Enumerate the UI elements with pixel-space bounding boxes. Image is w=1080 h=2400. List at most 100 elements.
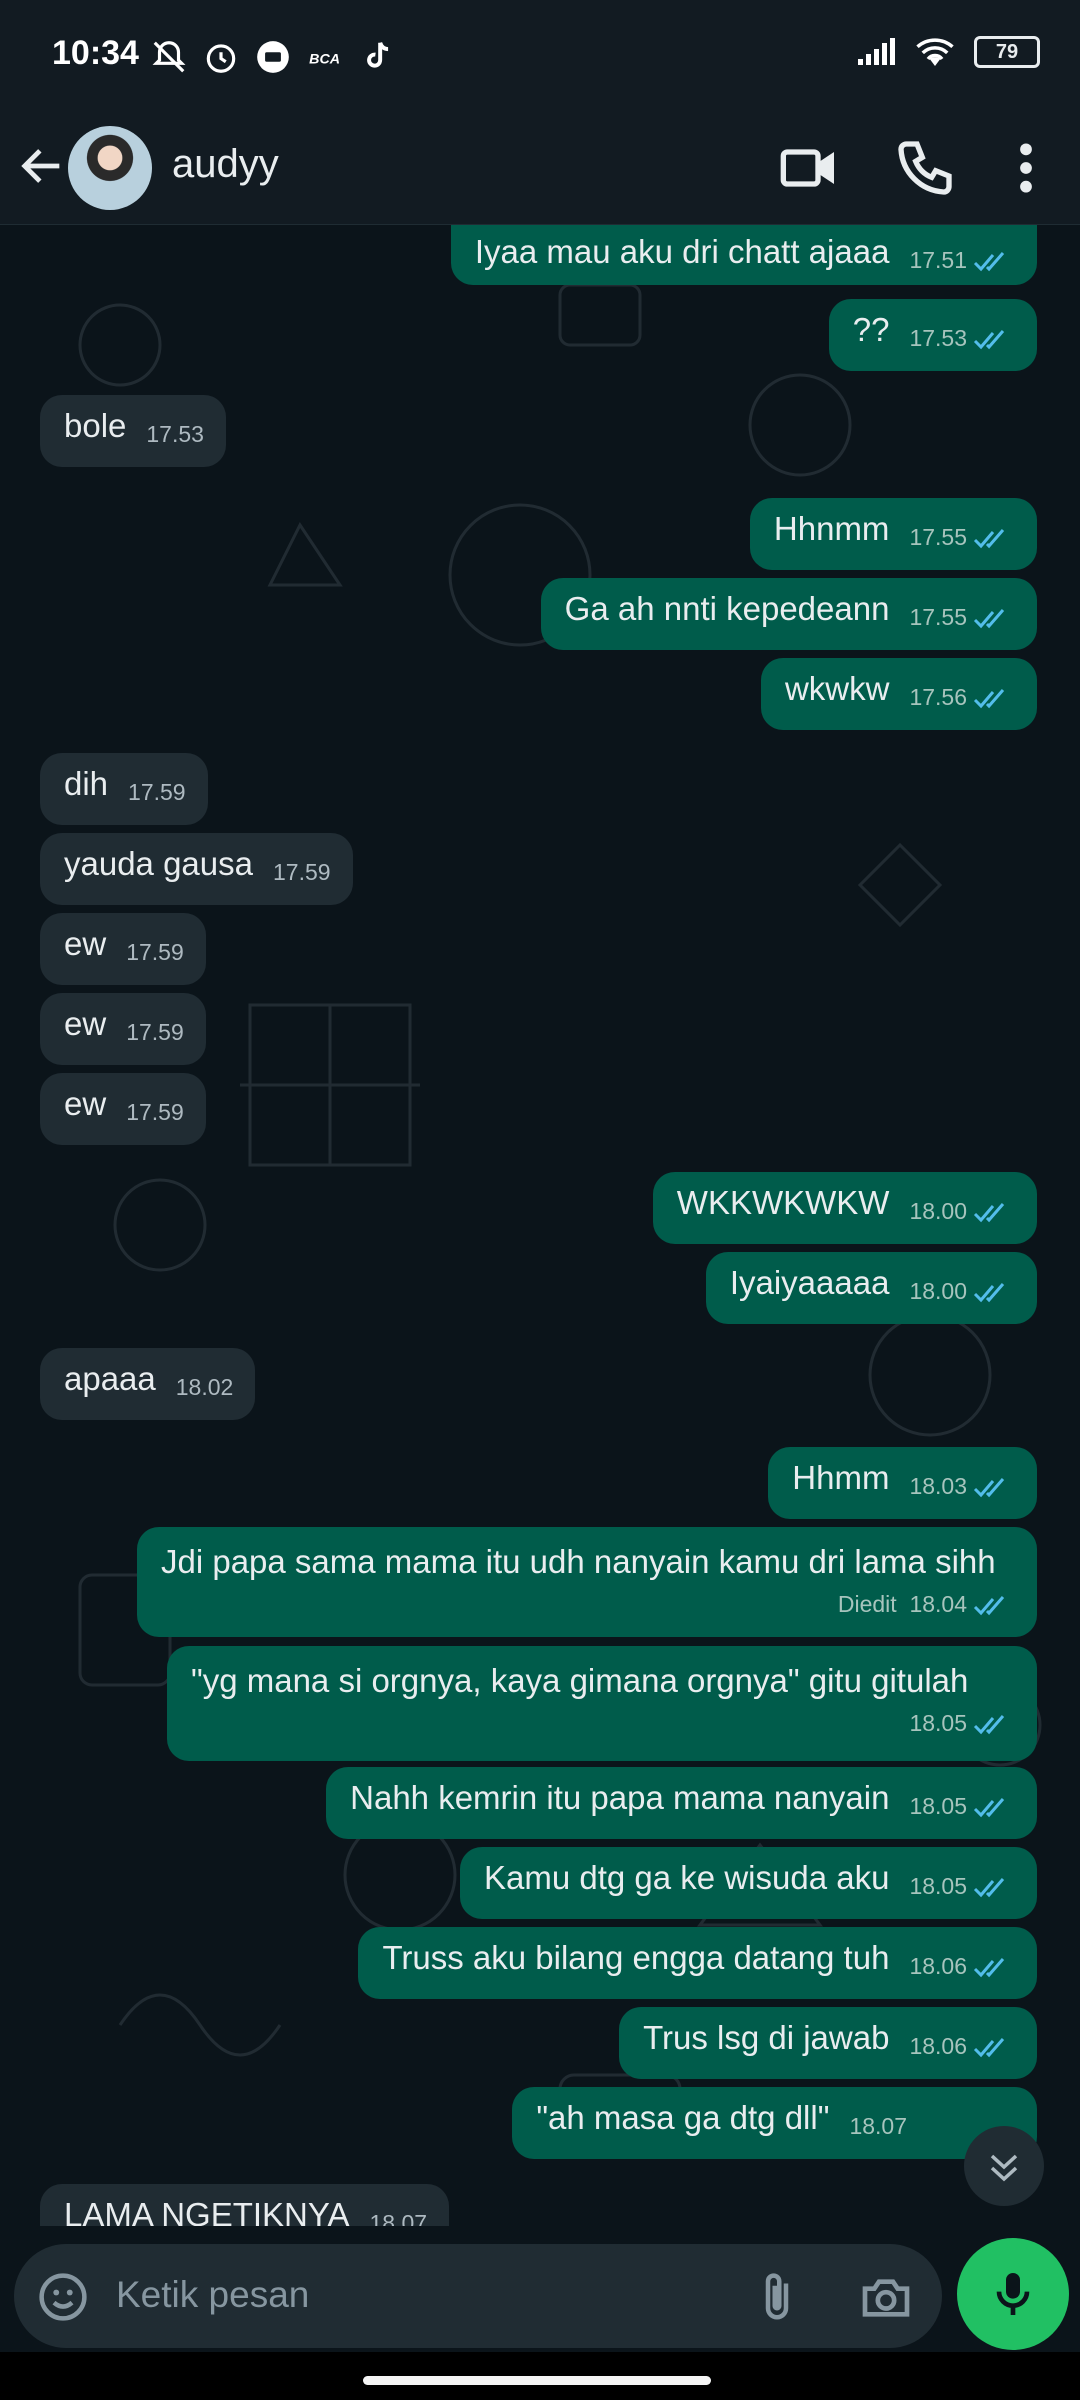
system-indicators: 79: [856, 36, 1040, 68]
sticker-emoji-icon[interactable]: [36, 2270, 90, 2324]
message-outgoing[interactable]: Trus lsg di jawab 18.06: [619, 2007, 1037, 2079]
message-outgoing[interactable]: Iyaiyaaaaa 18.00: [705, 1252, 1037, 1324]
message-text: ??: [852, 311, 890, 348]
message-timestamp: 17.59: [128, 779, 186, 805]
message-text: Kamu dtg ga ke wisuda aku: [484, 1859, 890, 1896]
read-receipt-icon: [973, 1957, 1005, 1978]
message-outgoing[interactable]: Jdi papa sama mama itu udh nanyain kamu …: [137, 1527, 1037, 1637]
read-receipt-icon: [973, 1595, 1005, 1616]
message-text: bole: [64, 407, 127, 444]
message-outgoing[interactable]: "yg mana si orgnya, kaya gimana orgnya" …: [167, 1646, 1037, 1761]
svg-text:BCA: BCA: [309, 51, 340, 67]
read-receipt-icon: [973, 329, 1005, 350]
message-outgoing[interactable]: wkwkw 17.56: [760, 658, 1037, 730]
voice-record-button[interactable]: [957, 2238, 1069, 2350]
back-arrow-icon[interactable]: [16, 140, 68, 192]
read-receipt-icon: [973, 1477, 1005, 1498]
read-receipt-icon: [973, 1282, 1005, 1303]
message-outgoing[interactable]: Kamu dtg ga ke wisuda aku 18.05: [460, 1847, 1037, 1919]
message-timestamp: 17.53: [909, 325, 967, 351]
message-text: wkwkw: [784, 670, 890, 707]
video-call-icon[interactable]: [778, 136, 842, 200]
message-incoming[interactable]: dih 17.59: [40, 753, 208, 825]
message-text: Hhmm: [792, 1459, 890, 1496]
message-timestamp: 17.51: [909, 247, 967, 273]
message-incoming[interactable]: ew 17.59: [40, 993, 206, 1065]
message-text: dih: [64, 765, 109, 802]
bank-app-icon: BCA: [309, 51, 340, 67]
message-outgoing[interactable]: Iyaa mau aku dri chatt ajaaa 17.51: [450, 225, 1037, 285]
message-text: ew: [64, 925, 107, 962]
contact-name[interactable]: audyy: [172, 142, 279, 187]
message-text: WKKWKWKW: [676, 1184, 890, 1221]
message-incoming[interactable]: LAMA NGETIKNYA 18.07: [40, 2184, 450, 2226]
home-gesture-handle[interactable]: [363, 2376, 711, 2385]
message-incoming[interactable]: yauda gausa 17.59: [40, 833, 353, 905]
message-outgoing[interactable]: ?? 17.53: [828, 299, 1037, 371]
message-timestamp: 18.03: [909, 1473, 967, 1499]
message-incoming[interactable]: ew 17.59: [40, 1073, 206, 1145]
message-incoming[interactable]: ew 17.59: [40, 913, 206, 985]
message-outgoing[interactable]: WKKWKWKW 18.00: [652, 1172, 1037, 1244]
message-time: 18.03: [909, 1465, 1015, 1507]
message-text: yauda gausa: [64, 845, 253, 882]
app-notification-icon: [257, 41, 289, 73]
message-timestamp: 18.06: [909, 1953, 967, 1979]
read-receipt-icon: [973, 528, 1005, 549]
scroll-to-bottom-button[interactable]: [964, 2126, 1044, 2206]
attach-paperclip-icon[interactable]: [750, 2270, 804, 2324]
message-timestamp: 18.00: [909, 1278, 967, 1304]
message-outgoing[interactable]: Ga ah nnti kepedeann 17.55: [540, 578, 1037, 650]
message-time: 18.05: [211, 1702, 1015, 1744]
message-timestamp: 18.05: [909, 1873, 967, 1899]
message-incoming[interactable]: apaaa 18.02: [40, 1348, 256, 1420]
contact-avatar[interactable]: [68, 126, 152, 210]
edited-label: Diedit: [837, 1591, 897, 1617]
message-text: Nahh kemrin itu papa mama nanyain: [350, 1779, 890, 1816]
message-text: Jdi papa sama mama itu udh nanyain kamu …: [161, 1543, 996, 1580]
voice-call-icon[interactable]: [893, 136, 957, 200]
message-text: apaaa: [64, 1360, 156, 1397]
system-navigation-bar: [0, 2352, 1080, 2400]
message-text: Iyaiyaaaaa: [729, 1264, 890, 1301]
message-outgoing[interactable]: Nahh kemrin itu papa mama nanyain 18.05: [326, 1767, 1037, 1839]
message-input[interactable]: Ketik pesan: [116, 2274, 309, 2316]
read-receipt-icon: [973, 2037, 1005, 2058]
message-text: Hhnmm: [773, 510, 890, 547]
message-time: 18.06: [909, 2025, 1015, 2067]
message-timestamp: 17.53: [146, 421, 204, 447]
message-time: 18.06: [909, 1945, 1015, 1987]
double-chevron-down-icon: [990, 2154, 1018, 2182]
message-timestamp: 18.00: [909, 1198, 967, 1224]
read-receipt-icon: [973, 688, 1005, 709]
message-incoming[interactable]: bole 17.53: [40, 395, 226, 467]
message-outgoing[interactable]: Hhmm 18.03: [768, 1447, 1037, 1519]
message-text: ew: [64, 1085, 107, 1122]
read-receipt-icon: [973, 1877, 1005, 1898]
message-outgoing[interactable]: "ah masa ga dtg dll" 18.07: [512, 2087, 1037, 2159]
message-timestamp: 18.06: [909, 2033, 967, 2059]
signal-icon: [858, 38, 895, 65]
alarm-icon: [206, 44, 236, 73]
message-time: 17.56: [909, 676, 1015, 718]
message-time: 17.55: [909, 516, 1015, 558]
message-text: ew: [64, 1005, 107, 1042]
message-text: "yg mana si orgnya, kaya gimana orgnya" …: [191, 1662, 969, 1699]
message-timestamp: 17.56: [909, 684, 967, 710]
message-text: Truss aku bilang engga datang tuh: [382, 1939, 890, 1976]
message-time: 17.53: [909, 317, 1015, 359]
message-time: Diedit 18.04: [181, 1583, 1015, 1625]
read-receipt-icon: [973, 1714, 1005, 1735]
message-outgoing[interactable]: Truss aku bilang engga datang tuh 18.06: [358, 1927, 1037, 1999]
wifi-icon: [916, 38, 954, 66]
camera-icon[interactable]: [858, 2270, 914, 2326]
more-options-icon[interactable]: [1004, 136, 1048, 200]
message-timestamp: 17.55: [909, 604, 967, 630]
message-timestamp: 17.59: [126, 1099, 184, 1125]
message-timestamp: 17.59: [273, 859, 331, 885]
message-timestamp: 18.04: [909, 1591, 967, 1617]
status-bar: 10:34 BCA 79: [0, 0, 1080, 112]
message-outgoing[interactable]: Hhnmm 17.55: [749, 498, 1037, 570]
message-text: "ah masa ga dtg dll": [536, 2099, 830, 2136]
message-time: 18.05: [909, 1785, 1015, 1827]
